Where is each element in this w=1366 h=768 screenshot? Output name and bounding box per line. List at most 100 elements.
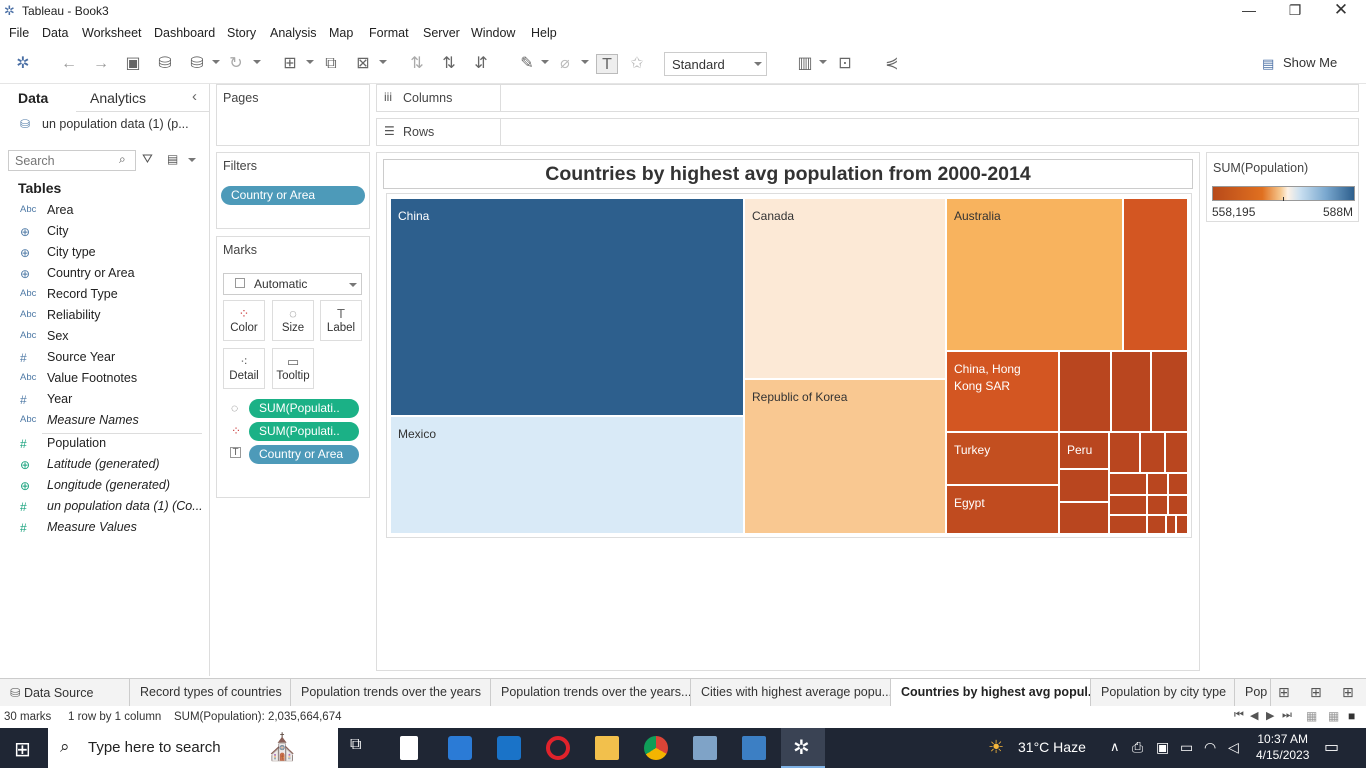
- treemap-cell[interactable]: [1059, 502, 1109, 534]
- menu-server[interactable]: Server: [423, 26, 460, 40]
- show-me-button[interactable]: Show Me: [1283, 55, 1337, 70]
- menu-map[interactable]: Map: [329, 26, 353, 40]
- new-worksheet-icon[interactable]: ⊞: [1278, 684, 1290, 701]
- treemap-cell[interactable]: [1123, 198, 1188, 351]
- duplicate-sheet-icon[interactable]: ⧉: [320, 54, 342, 74]
- field-item[interactable]: Abc Value Footnotes: [0, 369, 209, 390]
- field-item[interactable]: Abc Sex: [0, 327, 209, 348]
- field-item[interactable]: Abc Measure Names: [0, 411, 209, 432]
- tableau-taskbar-button[interactable]: ✲: [781, 728, 825, 768]
- tab-sheet[interactable]: Cities with highest average popu...: [691, 679, 891, 707]
- volume-icon[interactable]: ◁: [1228, 739, 1239, 756]
- share-icon[interactable]: ⋞: [881, 54, 903, 74]
- treemap-cell[interactable]: [1176, 515, 1188, 534]
- menu-file[interactable]: File: [9, 26, 29, 40]
- file-icon[interactable]: [400, 736, 418, 760]
- tab-sheet[interactable]: Pop: [1235, 679, 1271, 707]
- treemap-cell[interactable]: [1166, 515, 1176, 534]
- tab-sheet-active[interactable]: Countries by highest avg popul...: [891, 679, 1091, 707]
- windows-start-icon[interactable]: ⊞: [14, 737, 31, 762]
- last-sheet-icon[interactable]: ⏭: [1282, 709, 1292, 722]
- chevron-down-icon[interactable]: [541, 60, 549, 64]
- datasource-name[interactable]: un population data (1) (p...: [42, 117, 189, 131]
- treemap-cell[interactable]: China: [390, 198, 744, 416]
- rows-drop-zone[interactable]: [501, 118, 1359, 146]
- treemap-cell[interactable]: Mexico: [390, 416, 744, 534]
- treemap-cell[interactable]: [1147, 515, 1166, 534]
- tab-data[interactable]: Data: [18, 90, 48, 106]
- pages-card[interactable]: Pages: [216, 84, 370, 146]
- treemap-cell[interactable]: [1151, 351, 1188, 432]
- menu-story[interactable]: Story: [227, 26, 256, 40]
- printer-icon[interactable]: ⎙: [1132, 739, 1143, 756]
- highlight-icon[interactable]: ✎: [516, 54, 538, 74]
- treemap-cell[interactable]: [1147, 495, 1168, 515]
- fit-select[interactable]: Standard: [664, 52, 767, 76]
- field-item[interactable]: # Measure Values: [0, 518, 209, 539]
- tabs-view-icon[interactable]: ■: [1348, 709, 1355, 723]
- treemap[interactable]: China Mexico Canada Republic of Korea Austra…: [390, 198, 1188, 534]
- chevron-down-icon[interactable]: [212, 60, 220, 64]
- chevron-down-icon[interactable]: [306, 60, 314, 64]
- treemap-cell[interactable]: Australia: [946, 198, 1123, 351]
- show-labels-icon[interactable]: T: [596, 54, 618, 74]
- menu-window[interactable]: Window: [471, 26, 515, 40]
- show-cards-icon[interactable]: ▥: [794, 54, 816, 74]
- notifications-icon[interactable]: ▭: [1324, 737, 1339, 757]
- treemap-cell[interactable]: [1109, 515, 1147, 534]
- field-item[interactable]: Abc Record Type: [0, 285, 209, 306]
- tab-sheet[interactable]: Record types of countries: [130, 679, 291, 707]
- menu-help[interactable]: Help: [531, 26, 557, 40]
- store-icon[interactable]: [448, 736, 472, 760]
- marks-detail-button[interactable]: ⁖ Detail: [223, 348, 265, 389]
- field-item[interactable]: # un population data (1) (Co...: [0, 497, 209, 518]
- new-worksheet-icon[interactable]: ⊞: [279, 54, 301, 74]
- close-icon[interactable]: ✕: [1318, 0, 1364, 20]
- new-datasource-icon[interactable]: ⛁: [154, 54, 176, 74]
- filmstrip-view-icon[interactable]: ▦: [1328, 709, 1339, 723]
- minimize-icon[interactable]: —: [1226, 2, 1272, 18]
- view-list-icon[interactable]: ▤: [167, 152, 178, 166]
- tab-sheet[interactable]: Population trends over the years: [291, 679, 491, 707]
- field-item[interactable]: # Population: [0, 434, 209, 455]
- refresh-icon[interactable]: ↻: [225, 54, 247, 74]
- field-item[interactable]: Abc Reliability: [0, 306, 209, 327]
- mark-pill-label[interactable]: Country or Area: [249, 445, 359, 464]
- mark-pill-color[interactable]: SUM(Populati..: [249, 422, 359, 441]
- undo-icon[interactable]: ←: [58, 54, 80, 74]
- sort-ascending-icon[interactable]: ⇅: [438, 54, 460, 74]
- treemap-cell[interactable]: [1109, 495, 1147, 515]
- field-item[interactable]: # Source Year: [0, 348, 209, 369]
- treemap-cell[interactable]: [1168, 473, 1188, 495]
- sort-descending-icon[interactable]: ⇵: [470, 54, 492, 74]
- color-legend[interactable]: SUM(Population) 558,195 588M: [1206, 152, 1359, 222]
- field-item[interactable]: # Year: [0, 390, 209, 411]
- group-icon[interactable]: ⌀: [554, 54, 576, 74]
- collapse-pane-icon[interactable]: ‹: [192, 88, 197, 105]
- field-item[interactable]: ⊕ Country or Area: [0, 264, 209, 285]
- redo-icon[interactable]: →: [90, 54, 112, 74]
- prev-sheet-icon[interactable]: ◀: [1250, 709, 1258, 722]
- photos-icon[interactable]: [742, 736, 766, 760]
- grid-view-icon[interactable]: ▦: [1306, 709, 1317, 723]
- next-sheet-icon[interactable]: ▶: [1266, 709, 1274, 722]
- weather-text[interactable]: 31°C Haze: [1018, 739, 1086, 755]
- treemap-cell[interactable]: Turkey: [946, 432, 1059, 485]
- chevron-down-icon[interactable]: [253, 60, 261, 64]
- clock[interactable]: 10:37 AM 4/15/2023: [1256, 731, 1309, 763]
- menu-worksheet[interactable]: Worksheet: [82, 26, 142, 40]
- field-item[interactable]: ⊕ City: [0, 222, 209, 243]
- tab-analytics[interactable]: Analytics: [90, 90, 146, 106]
- marks-tooltip-button[interactable]: ▭ Tooltip: [272, 348, 314, 389]
- tab-sheet[interactable]: Population trends over the years...: [491, 679, 691, 707]
- save-icon[interactable]: ▣: [122, 54, 144, 74]
- treemap-cell[interactable]: Republic of Korea: [744, 379, 946, 534]
- treemap-cell[interactable]: Peru: [1059, 432, 1109, 469]
- treemap-cell[interactable]: [1109, 473, 1147, 495]
- chrome-icon[interactable]: [644, 736, 668, 760]
- treemap-cell[interactable]: Canada: [744, 198, 946, 379]
- marks-label-button[interactable]: T Label: [320, 300, 362, 341]
- field-item[interactable]: ⊕ Longitude (generated): [0, 476, 209, 497]
- treemap-cell[interactable]: China, Hong Kong SAR: [946, 351, 1059, 432]
- field-item[interactable]: ⊕ Latitude (generated): [0, 455, 209, 476]
